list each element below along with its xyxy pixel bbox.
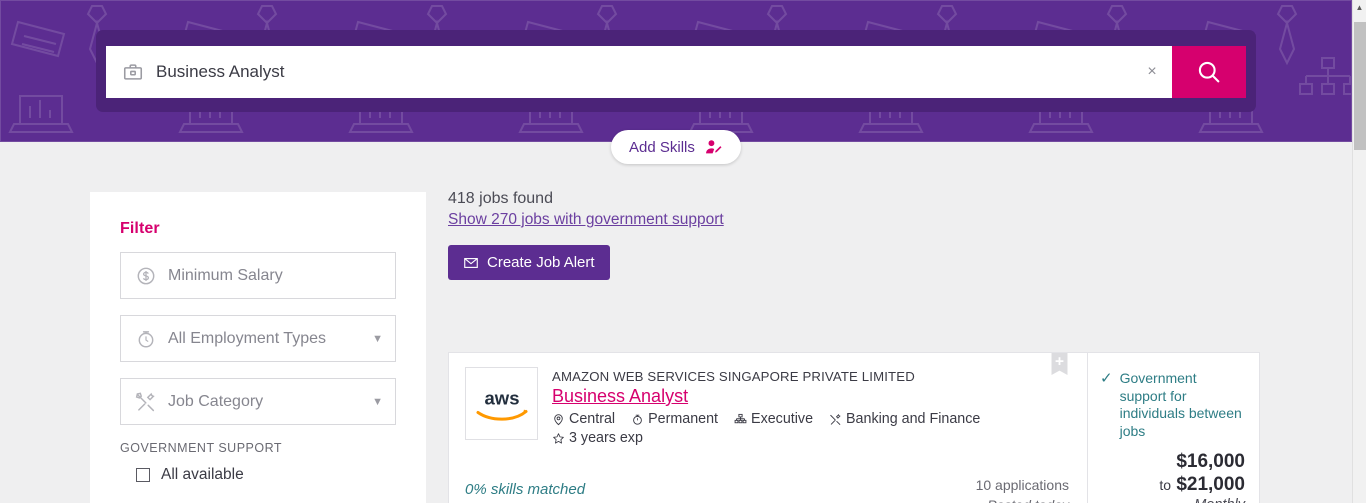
aws-logo-icon: aws: [476, 387, 527, 421]
company-name: AMAZON WEB SERVICES SINGAPORE PRIVATE LI…: [552, 369, 915, 384]
org-chart-icon: [734, 413, 747, 423]
filter-option-label: All available: [161, 466, 244, 483]
create-job-alert-button[interactable]: Create Job Alert: [448, 245, 610, 280]
skills-matched-label: 0% skills matched: [465, 481, 586, 498]
chevron-down-icon: ▼: [372, 332, 383, 345]
job-meta-employment-type-label: Permanent: [648, 411, 719, 427]
search-icon: [1198, 61, 1220, 83]
page-root: Business Analyst × Add Skills Filter Min…: [0, 0, 1366, 503]
job-meta-experience-label: 3 years exp: [569, 430, 643, 446]
search-submit-button[interactable]: [1172, 46, 1246, 98]
salary-range: $16,000 to $21,000 Monthly: [1159, 451, 1245, 503]
job-meta-location-label: Central: [569, 411, 616, 427]
checkbox-icon[interactable]: [136, 468, 150, 482]
envelope-icon: [464, 257, 478, 268]
job-meta-category-label: Banking and Finance: [846, 411, 981, 427]
job-card-main: aws AMAZON WEB SERVICES SINGAPORE PRIVAT…: [449, 353, 1087, 503]
results-column: 418 jobs found Show 270 jobs with govern…: [448, 190, 1260, 503]
salary-period: Monthly: [1159, 497, 1245, 503]
scroll-up-button[interactable]: ▲: [1353, 0, 1366, 14]
skills-match: 0% skills matched: [465, 481, 868, 503]
page-scrollbar[interactable]: ▲: [1352, 0, 1366, 503]
minimum-salary-field[interactable]: Minimum Salary: [120, 252, 396, 299]
jobs-found-count: 418 jobs found: [448, 190, 553, 207]
government-support-heading: GOVERNMENT SUPPORT: [120, 441, 283, 455]
posted-date: Posted today: [976, 497, 1069, 503]
scrollbar-thumb[interactable]: [1354, 22, 1366, 150]
clear-search-button[interactable]: ×: [1132, 46, 1172, 98]
dollar-circle-icon: [137, 267, 155, 284]
person-edit-icon: [705, 139, 722, 153]
filter-sidebar: Filter Minimum Salary All Employment Typ…: [90, 192, 426, 503]
job-info: AMAZON WEB SERVICES SINGAPORE PRIVATE LI…: [552, 367, 1087, 446]
location-pin-icon: [554, 413, 563, 425]
company-logo: aws: [465, 367, 538, 440]
job-title-link[interactable]: Business Analyst: [552, 386, 688, 407]
filter-option-all-available[interactable]: All available: [120, 466, 396, 484]
job-meta-seniority-label: Executive: [751, 411, 814, 427]
salary-panel: ✓ Government support for individuals bet…: [1087, 353, 1259, 503]
stopwatch-icon: [138, 330, 154, 348]
header-banner: Business Analyst ×: [0, 0, 1352, 142]
job-card-header: aws AMAZON WEB SERVICES SINGAPORE PRIVAT…: [465, 367, 1087, 446]
government-support-badge: ✓ Government support for individuals bet…: [1100, 370, 1245, 440]
job-meta-location: Central: [552, 411, 615, 427]
star-icon: [553, 432, 564, 444]
job-card-stats: 10 applications Posted today: [976, 477, 1069, 503]
job-category-label: Job Category: [168, 392, 264, 410]
search-input[interactable]: Business Analyst: [106, 46, 1132, 98]
salary-to: $21,000: [1176, 473, 1245, 495]
add-skills-label: Add Skills: [629, 138, 695, 156]
main-content: Filter Minimum Salary All Employment Typ…: [0, 142, 1352, 503]
job-meta-category: Banking and Finance: [829, 411, 980, 427]
save-job-button[interactable]: [1050, 353, 1069, 383]
create-job-alert-label: Create Job Alert: [487, 254, 595, 271]
job-card[interactable]: aws AMAZON WEB SERVICES SINGAPORE PRIVAT…: [448, 352, 1260, 503]
job-meta-experience: 3 years exp: [552, 430, 643, 446]
minimum-salary-label: Minimum Salary: [168, 266, 283, 284]
svg-text:aws: aws: [484, 387, 519, 408]
chevron-down-icon: ▼: [372, 395, 383, 408]
salary-to-row: to $21,000: [1159, 474, 1245, 496]
salary-to-prefix: to: [1159, 476, 1172, 493]
stopwatch-icon: [633, 414, 642, 425]
job-meta-seniority: Executive: [734, 411, 813, 427]
job-meta-row: Central Permanent Executive Banking and …: [552, 411, 1087, 446]
tools-icon: [830, 413, 841, 425]
salary-from: $16,000: [1176, 451, 1245, 473]
job-category-field[interactable]: Job Category ▼: [120, 378, 396, 425]
briefcase-icon: [123, 64, 143, 80]
employment-type-field[interactable]: All Employment Types ▼: [120, 315, 396, 362]
search-input-value: Business Analyst: [156, 62, 285, 81]
applications-count: 10 applications: [975, 477, 1069, 493]
check-icon: ✓: [1100, 370, 1113, 387]
government-support-text: Government support for individuals betwe…: [1119, 370, 1242, 439]
tools-icon: [135, 392, 155, 411]
search-bar: Business Analyst ×: [106, 46, 1246, 98]
job-meta-employment-type: Permanent: [631, 411, 718, 427]
bookmark-add-icon: [1051, 353, 1068, 375]
filter-heading: Filter: [120, 220, 160, 237]
show-government-support-link[interactable]: Show 270 jobs with government support: [448, 211, 724, 229]
add-skills-button[interactable]: Add Skills: [611, 130, 741, 164]
employment-type-label: All Employment Types: [168, 329, 326, 347]
